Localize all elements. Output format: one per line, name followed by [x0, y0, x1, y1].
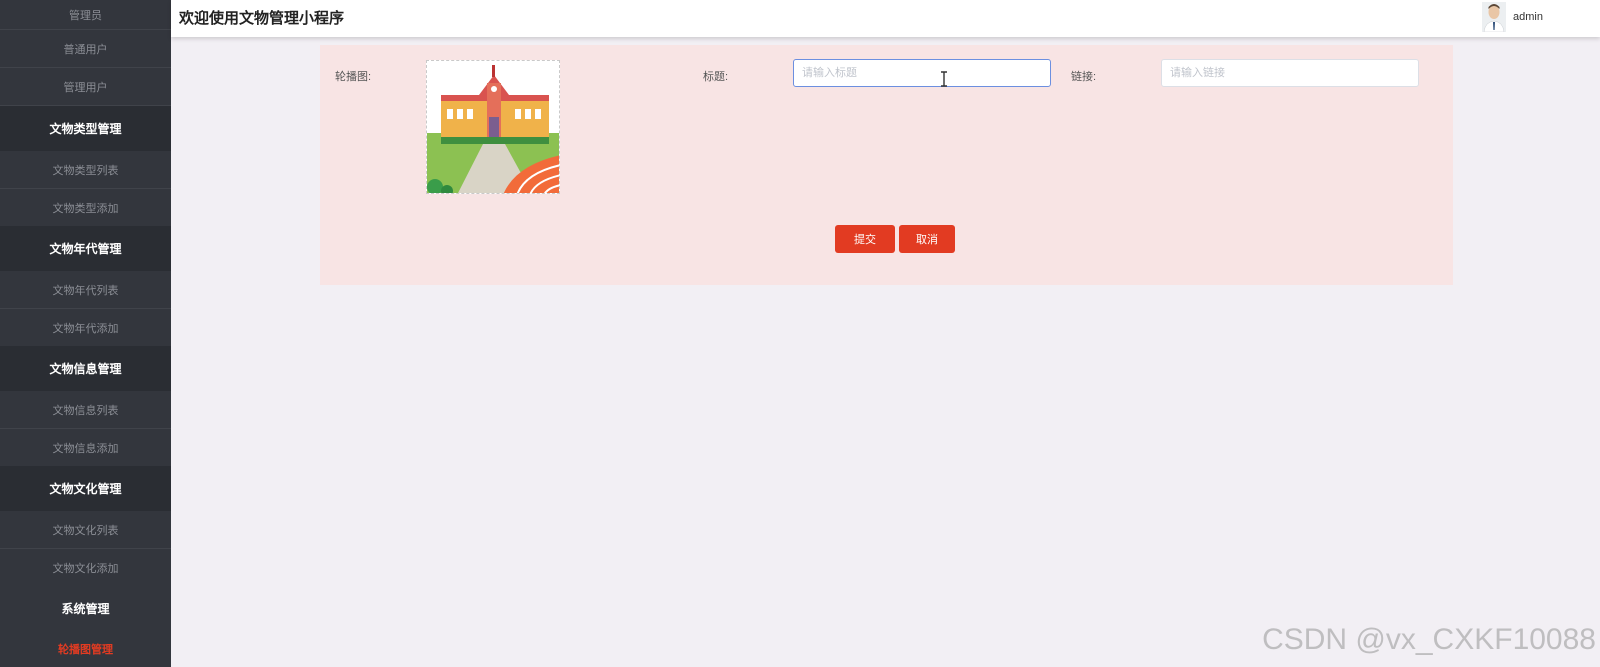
sidebar-item-relic-culture-list[interactable]: 文物文化列表 — [0, 511, 171, 549]
sidebar-group-label: 文物文化管理 — [49, 482, 122, 496]
sidebar-group-label: 文物年代管理 — [49, 242, 122, 256]
text-cursor-icon — [941, 71, 947, 87]
school-image — [427, 61, 559, 193]
link-input[interactable] — [1161, 59, 1419, 87]
carousel-label: 轮播图: — [335, 71, 372, 83]
sidebar-item-label: 文物年代添加 — [52, 322, 119, 335]
sidebar-item-label: 文物信息列表 — [52, 404, 119, 417]
sidebar-group-label: 系统管理 — [61, 601, 110, 616]
page-title: 欢迎使用文物管理小程序 — [179, 10, 345, 27]
title-input[interactable] — [793, 59, 1051, 87]
sidebar-group-relic-culture[interactable]: 文物文化管理 — [0, 466, 171, 511]
sidebar-item-admin[interactable]: 管理员 — [0, 0, 171, 30]
sidebar-item-carousel[interactable]: 轮播图管理 — [0, 630, 171, 667]
link-label: 链接: — [1071, 71, 1097, 83]
sidebar-item-label: 轮播图管理 — [58, 643, 113, 656]
top-header: 欢迎使用文物管理小程序 admin — [171, 0, 1600, 37]
sidebar-item-normal-user[interactable]: 普通用户 — [0, 30, 171, 68]
sidebar-item-label: 文物类型添加 — [52, 202, 119, 215]
sidebar-item-relic-info-list[interactable]: 文物信息列表 — [0, 391, 171, 429]
sidebar-item-relic-info-add[interactable]: 文物信息添加 — [0, 429, 171, 467]
sidebar-item-relic-era-list[interactable]: 文物年代列表 — [0, 271, 171, 309]
sidebar-group-label: 文物类型管理 — [49, 122, 122, 136]
submit-button[interactable]: 提交 — [835, 225, 895, 253]
sidebar: 管理员 普通用户 管理用户 文物类型管理 文物类型列表 文物类型添加 文物年代管… — [0, 0, 171, 667]
sidebar-item-label: 文物类型列表 — [52, 164, 119, 177]
watermark: CSDN @vx_CXKF10088 — [1262, 623, 1596, 656]
sidebar-group-relic-info[interactable]: 文物信息管理 — [0, 346, 171, 391]
sidebar-group-relic-type[interactable]: 文物类型管理 — [0, 106, 171, 151]
sidebar-item-label: 文物文化列表 — [52, 524, 119, 537]
sidebar-item-manage-user[interactable]: 管理用户 — [0, 68, 171, 106]
sidebar-group-label: 文物信息管理 — [49, 362, 122, 376]
cancel-button[interactable]: 取消 — [899, 225, 955, 253]
sidebar-item-label: 文物年代列表 — [52, 284, 119, 297]
sidebar-item-label: 管理员 — [69, 9, 102, 22]
sidebar-item-relic-type-list[interactable]: 文物类型列表 — [0, 151, 171, 189]
sidebar-group-system[interactable]: 系统管理 — [0, 586, 171, 630]
avatar[interactable] — [1482, 2, 1506, 33]
sidebar-item-label: 管理用户 — [63, 81, 108, 94]
sidebar-group-relic-era[interactable]: 文物年代管理 — [0, 226, 171, 271]
user-avatar-icon — [1482, 2, 1506, 33]
sidebar-item-relic-type-add[interactable]: 文物类型添加 — [0, 189, 171, 227]
sidebar-item-label: 普通用户 — [63, 43, 108, 56]
sidebar-item-relic-era-add[interactable]: 文物年代添加 — [0, 309, 171, 347]
carousel-form: 轮播图: 标题: 请输入标题 链接: 请输入链接 提交 取消 — [320, 45, 1453, 285]
sidebar-item-relic-culture-add[interactable]: 文物文化添加 — [0, 549, 171, 587]
sidebar-item-label: 文物信息添加 — [52, 442, 119, 455]
carousel-image-upload[interactable] — [426, 60, 560, 194]
username[interactable]: admin — [1513, 11, 1543, 23]
sidebar-item-label: 文物文化添加 — [52, 562, 119, 575]
title-label: 标题: — [703, 71, 729, 83]
